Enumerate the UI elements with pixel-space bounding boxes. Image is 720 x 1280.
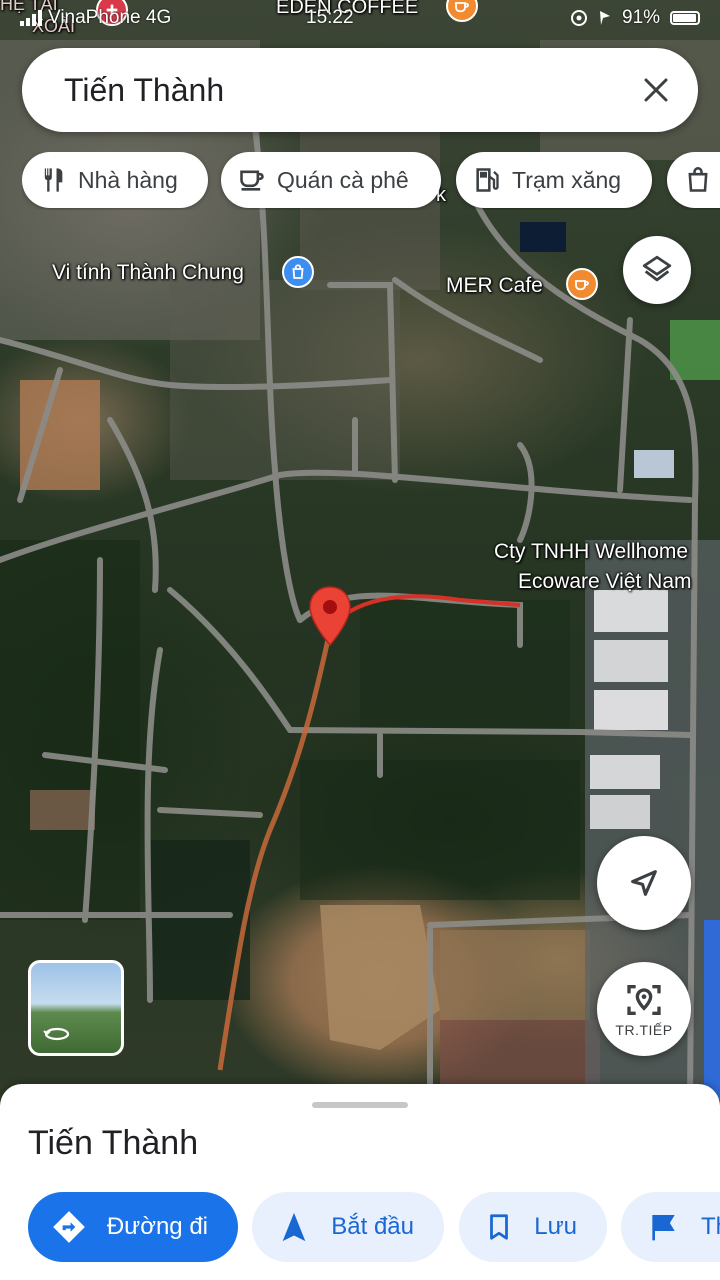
start-button[interactable]: Bắt đầu (252, 1192, 444, 1262)
rotate-360-icon (43, 1027, 70, 1041)
carrier-label: VinaPhone 4G (48, 7, 172, 28)
my-location-button[interactable] (597, 836, 691, 930)
coffee-icon (237, 165, 267, 195)
poi-pin-vi-tinh-thanh-chung[interactable] (282, 256, 314, 288)
save-label: Lưu (534, 1213, 577, 1240)
chip-label: Trạm xăng (512, 166, 622, 193)
battery-percentage: 91% (622, 7, 661, 28)
poi-label-mer-cafe[interactable]: MER Cafe (446, 274, 543, 298)
save-button[interactable]: Lưu (459, 1192, 607, 1262)
chip-label: Quán cà phê (277, 166, 409, 193)
battery-icon (670, 11, 700, 25)
shopping-bag-icon (292, 264, 304, 279)
close-icon[interactable] (640, 74, 672, 106)
place-bottom-sheet[interactable]: Tiến Thành Đường đi Bắt đầu Lưu Th (0, 1084, 720, 1280)
clock: 15:22 (306, 7, 354, 28)
start-label: Bắt đầu (331, 1213, 414, 1240)
directions-label: Đường đi (106, 1213, 208, 1240)
navigation-arrow-icon (631, 870, 657, 896)
action-buttons: Đường đi Bắt đầu Lưu Th (0, 1192, 720, 1264)
live-view-icon (627, 985, 661, 1015)
layers-button[interactable] (623, 236, 691, 304)
chip-gas-stations[interactable]: Trạm xăng (456, 152, 652, 208)
search-query[interactable]: Tiến Thành (64, 72, 224, 109)
chip-shopping[interactable] (667, 152, 720, 208)
live-view-label: TR.TIẾP (615, 1022, 673, 1038)
location-services-icon (571, 10, 610, 26)
poi-label-wellhome-line1[interactable]: Cty TNHH Wellhome (494, 540, 688, 564)
chip-cafes[interactable]: Quán cà phê (221, 152, 441, 208)
label-button-text: Th (701, 1213, 720, 1240)
category-chips: Nhà hàng Quán cà phê Trạm xăng (22, 152, 720, 210)
directions-icon (50, 1207, 89, 1247)
gas-station-icon (472, 165, 502, 195)
status-bar: VinaPhone 4G 15:22 91% (0, 0, 720, 36)
directions-button[interactable]: Đường đi (28, 1192, 238, 1262)
navigation-start-icon (274, 1207, 313, 1247)
signal-icon (20, 10, 42, 26)
coffee-icon (575, 280, 589, 291)
label-button[interactable]: Th (621, 1192, 720, 1262)
bookmark-icon (481, 1207, 516, 1247)
drag-handle[interactable] (312, 1102, 408, 1108)
layers-icon (642, 255, 672, 282)
poi-label-wellhome-line2[interactable]: Ecoware Việt Nam (518, 570, 692, 594)
chip-restaurants[interactable]: Nhà hàng (22, 152, 208, 208)
poi-pin-mer-cafe[interactable] (566, 268, 598, 300)
place-title: Tiến Thành (28, 1124, 199, 1162)
live-view-button[interactable]: TR.TIẾP (597, 962, 691, 1056)
search-bar[interactable]: Tiến Thành (22, 48, 698, 132)
location-marker-icon[interactable] (307, 585, 353, 649)
flag-icon (643, 1207, 683, 1247)
shopping-bag-icon (683, 165, 713, 195)
poi-label-vi-tinh-thanh-chung[interactable]: Vi tính Thành Chung (52, 261, 244, 285)
street-view-thumbnail[interactable] (28, 960, 124, 1056)
restaurant-icon (38, 165, 68, 195)
chip-label: Nhà hàng (78, 166, 178, 193)
